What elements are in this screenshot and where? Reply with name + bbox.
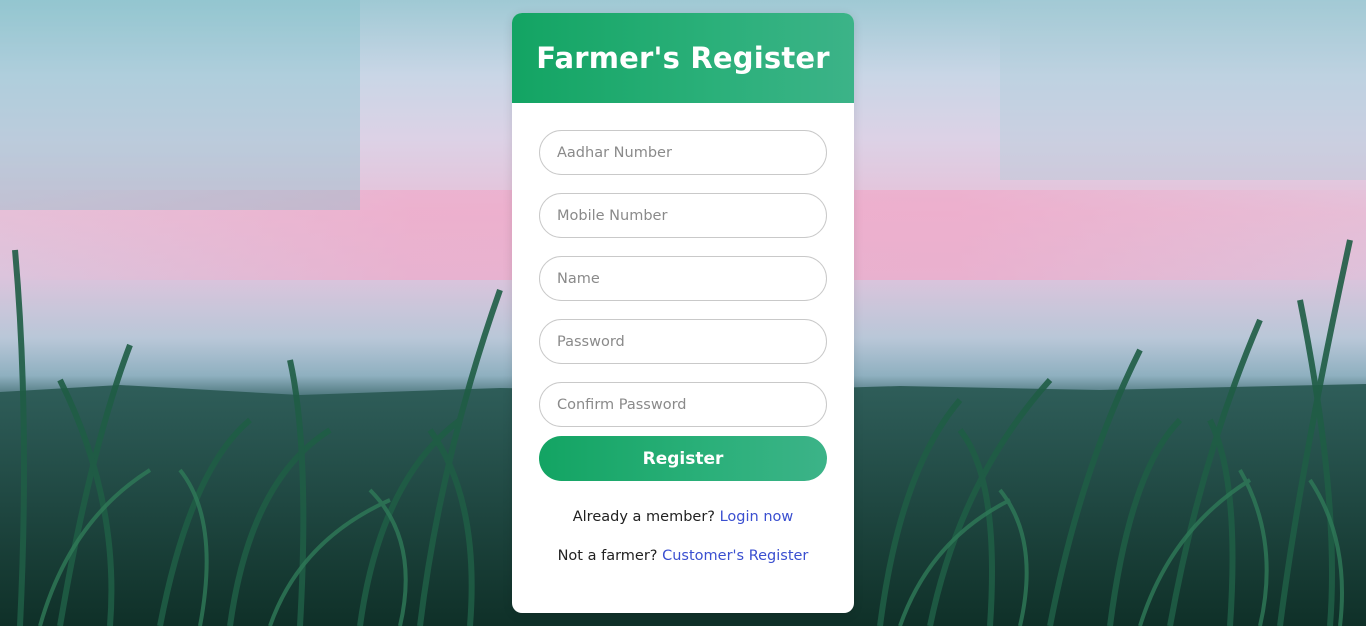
card-header: Farmer's Register xyxy=(512,13,854,103)
member-prompt-text: Already a member? xyxy=(572,509,715,525)
farmer-prompt-text: Not a farmer? xyxy=(557,548,658,564)
customer-prompt: Not a farmer? Customer's Register xyxy=(512,548,854,564)
login-link[interactable]: Login now xyxy=(720,509,794,525)
register-form xyxy=(539,130,827,445)
page-title: Farmer's Register xyxy=(536,41,830,75)
register-card: Farmer's Register Register Already a mem… xyxy=(512,13,854,613)
name-input[interactable] xyxy=(539,256,827,301)
register-button[interactable]: Register xyxy=(539,436,827,481)
mobile-number-input[interactable] xyxy=(539,193,827,238)
login-prompt: Already a member? Login now xyxy=(512,509,854,525)
password-input[interactable] xyxy=(539,319,827,364)
aadhar-number-input[interactable] xyxy=(539,130,827,175)
customer-register-link[interactable]: Customer's Register xyxy=(662,548,808,564)
confirm-password-input[interactable] xyxy=(539,382,827,427)
